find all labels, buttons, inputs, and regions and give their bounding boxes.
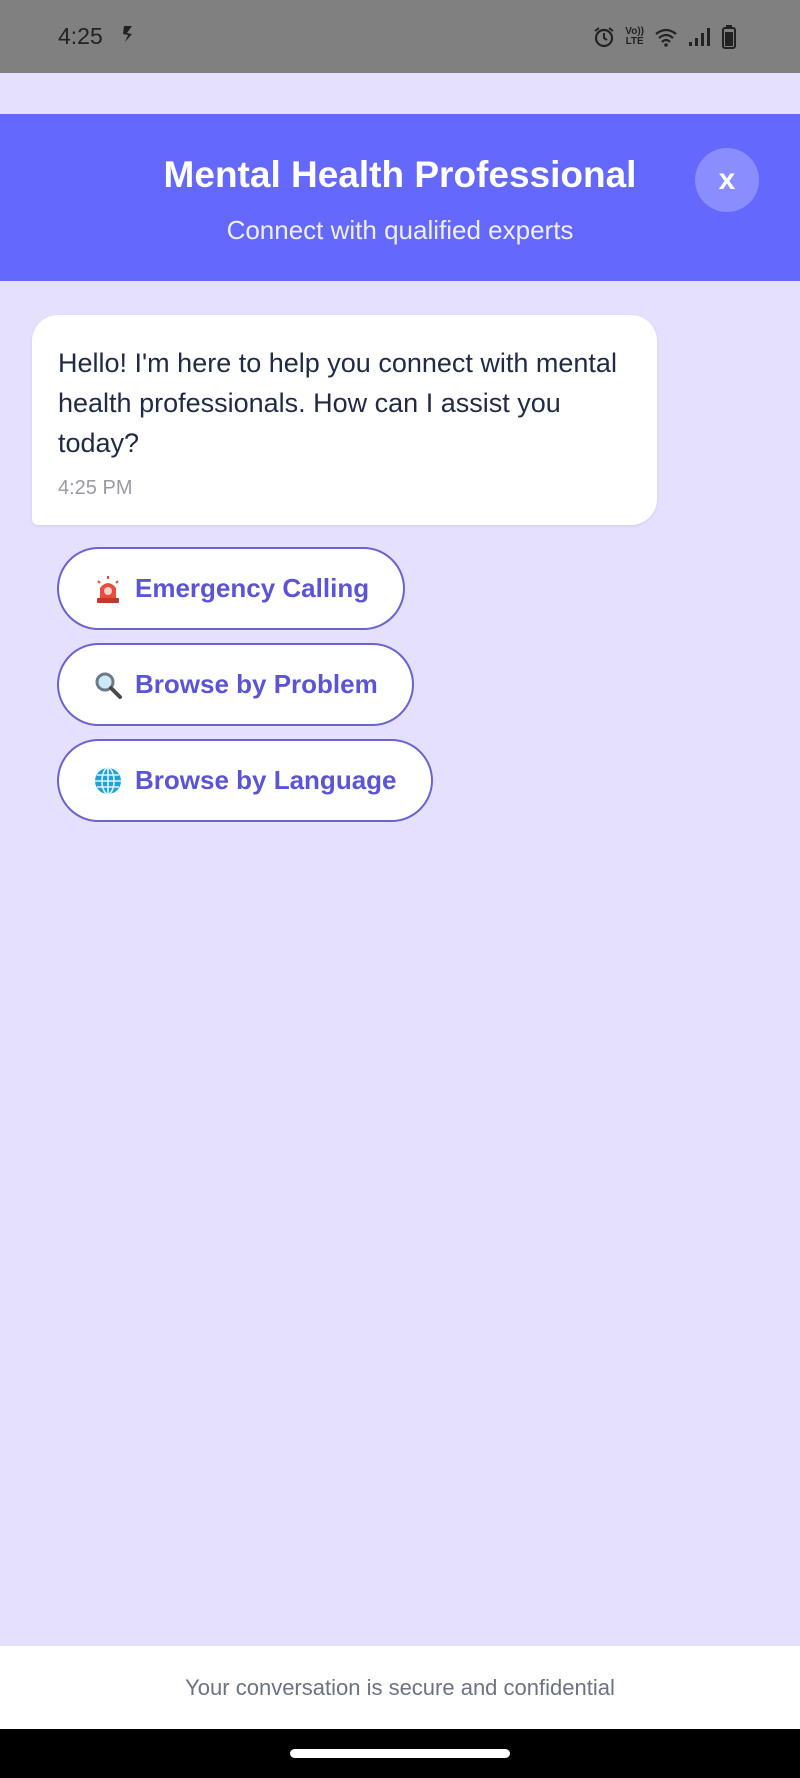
browse-by-problem-button[interactable]: Browse by Problem (57, 643, 414, 726)
status-right: Vo)) LTE (593, 24, 736, 49)
emergency-calling-button[interactable]: Emergency Calling (57, 547, 406, 630)
header-title: Mental Health Professional (163, 154, 637, 195)
security-footer: Your conversation is secure and confiden… (0, 1646, 800, 1729)
signal-icon (688, 27, 712, 47)
status-time: 4:25 (58, 23, 103, 49)
app-notification-icon (121, 23, 135, 50)
browse-by-language-button[interactable]: Browse by Language (57, 739, 433, 822)
magnifier-icon (93, 670, 123, 700)
siren-icon (93, 574, 123, 604)
bot-message-bubble: Hello! I'm here to help you connect with… (32, 315, 657, 525)
chat-header: Mental Health Professional Connect with … (0, 114, 800, 281)
status-bar: 4:25 Vo)) LTE (0, 0, 800, 73)
globe-icon (93, 766, 123, 796)
volte-icon: Vo)) LTE (625, 25, 644, 47)
close-button[interactable]: x (695, 148, 759, 212)
system-nav-bar (0, 1729, 800, 1778)
battery-icon (722, 24, 736, 49)
bot-message-text: Hello! I'm here to help you connect with… (58, 348, 617, 458)
footer-text: Your conversation is secure and confiden… (185, 1674, 615, 1700)
home-gesture-handle[interactable] (290, 1749, 510, 1758)
header-subtitle: Connect with qualified experts (226, 215, 574, 245)
alarm-icon (593, 26, 615, 48)
status-left: 4:25 (58, 23, 135, 50)
chat-area: Hello! I'm here to help you connect with… (0, 281, 800, 1646)
browse-by-language-label: Browse by Language (135, 765, 397, 795)
wifi-icon (654, 27, 678, 47)
browse-by-problem-label: Browse by Problem (135, 669, 378, 699)
message-timestamp: 4:25 PM (58, 477, 133, 499)
emergency-calling-label: Emergency Calling (135, 573, 370, 603)
quick-reply-options: Emergency Calling Browse by Problem Brow… (57, 547, 433, 835)
